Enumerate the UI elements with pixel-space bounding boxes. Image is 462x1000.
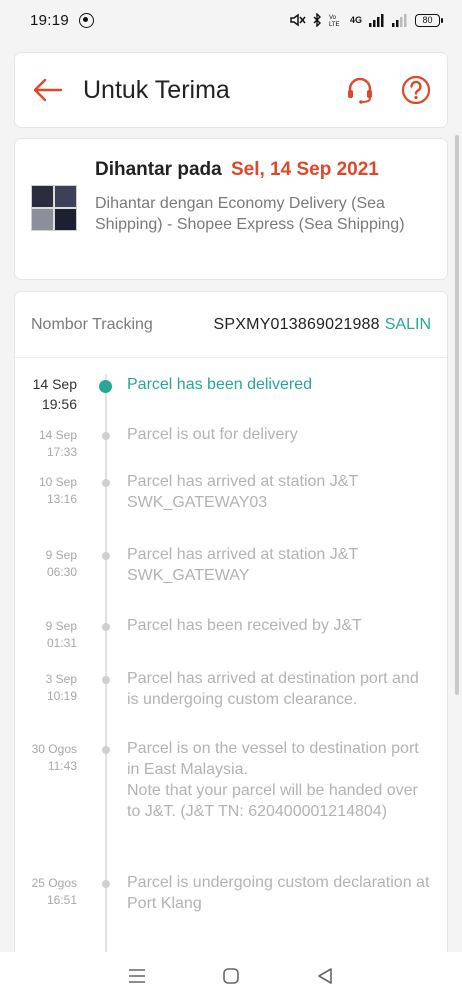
recent-apps-button[interactable] <box>117 961 157 991</box>
event-time: 16:51 <box>46 893 77 907</box>
back-arrow-icon <box>33 78 63 102</box>
event-text: Parcel has been received by J&T <box>127 617 362 634</box>
event-date: 30 Ogos <box>31 742 77 756</box>
clock: 19:19 <box>30 11 70 29</box>
event-datetime: 14 Sep 17:33 <box>15 424 77 471</box>
event-time: 17:33 <box>46 445 77 459</box>
timeline-dot <box>102 432 110 440</box>
event-text: Parcel is on the vessel to destination p… <box>127 740 419 820</box>
delivery-label: Dihantar pada <box>95 159 222 180</box>
event-datetime: 30 Ogos 11:43 <box>15 738 77 872</box>
timeline-event: 30 Ogos 11:43 Parcel is on the vessel to … <box>15 738 447 872</box>
tracking-timeline: 14 Sep 19:56 Parcel has been delivered 14… <box>15 358 447 952</box>
battery-icon: 80 <box>415 13 443 27</box>
timeline-event: 14 Sep 17:33 Parcel is out for delivery <box>15 424 447 471</box>
event-time: 11:43 <box>47 759 77 773</box>
timeline-dot <box>102 623 110 631</box>
back-nav-button[interactable] <box>305 961 345 991</box>
timeline-event: 10 Sep 13:16 Parcel has arrived at statio… <box>15 471 447 544</box>
home-square-icon <box>223 968 239 984</box>
copy-tracking-button[interactable]: SALIN <box>385 316 431 334</box>
event-date: 25 Ogos <box>31 876 77 890</box>
scrollbar[interactable] <box>455 135 459 695</box>
event-text: Parcel has arrived at destination port a… <box>127 670 419 708</box>
help-icon[interactable] <box>401 75 431 105</box>
status-bar: 19:19 Vo LTE 4G 80 <box>0 0 462 40</box>
delivery-date: Sel, 14 Sep 2021 <box>230 159 379 180</box>
headset-icon[interactable] <box>345 75 375 105</box>
event-time: 01:31 <box>46 636 77 650</box>
event-date: 14 Sep <box>38 428 77 442</box>
tracking-number: SPXMY013869021988 <box>213 315 380 333</box>
event-text: Parcel is out for delivery <box>127 426 298 443</box>
volte-icon: VoLTE <box>329 15 340 27</box>
home-button[interactable] <box>211 961 251 991</box>
event-text: Parcel has arrived at station J&T SWK_GA… <box>127 473 358 511</box>
menu-icon <box>129 969 145 983</box>
timeline-dot <box>99 380 112 393</box>
page-title: Untuk Terima <box>83 75 230 104</box>
timeline-event: 9 Sep 01:31 Parcel has been received by J… <box>15 615 447 668</box>
battery-level: 80 <box>422 15 433 25</box>
bluetooth-icon <box>313 13 321 27</box>
event-date: 14 Sep <box>32 376 77 392</box>
event-date: 9 Sep <box>45 548 77 562</box>
timeline-dot <box>102 552 110 560</box>
delivery-title: Dihantar pada Sel, 14 Sep 2021 <box>95 159 415 181</box>
timeline-dot <box>102 479 110 487</box>
network-type: 4G <box>349 15 362 25</box>
tracking-card: Nombor Tracking SPXMY013869021988 SALIN … <box>15 292 447 952</box>
event-datetime: 9 Sep 06:30 <box>15 544 77 615</box>
svg-text:Vo: Vo <box>329 15 337 21</box>
timeline-event: 14 Sep 19:56 Parcel has been delivered <box>15 374 447 424</box>
event-time: 06:30 <box>46 565 77 579</box>
header-actions <box>345 75 431 105</box>
mute-icon <box>290 13 306 27</box>
back-triangle-icon <box>318 968 332 984</box>
timeline-event: 25 Ogos 16:51 Parcel is undergoing custom… <box>15 872 447 942</box>
app-header: Untuk Terima <box>15 53 447 127</box>
delivery-info: Dihantar pada Sel, 14 Sep 2021 Dihantar … <box>95 159 415 279</box>
system-nav-bar <box>0 952 462 1000</box>
back-button[interactable] <box>31 73 65 107</box>
event-datetime: 9 Sep 01:31 <box>15 615 77 668</box>
event-date: 10 Sep <box>38 475 77 489</box>
timeline-dot <box>102 676 110 684</box>
svg-text:LTE: LTE <box>329 22 340 27</box>
event-time: 13:16 <box>46 492 77 506</box>
timeline-dot <box>102 746 110 754</box>
signal-icon <box>392 14 407 27</box>
status-icons: Vo LTE 4G 80 <box>288 13 443 27</box>
event-time: 19:56 <box>41 396 77 412</box>
event-date: 3 Sep <box>45 672 77 686</box>
event-date: 9 Sep <box>45 619 77 633</box>
timeline-event: 3 Sep 10:19 Parcel has arrived at destina… <box>15 668 447 738</box>
whatsapp-icon <box>79 12 95 28</box>
delivery-card: Dihantar pada Sel, 14 Sep 2021 Dihantar … <box>15 139 447 279</box>
timeline-event: 9 Sep 06:30 Parcel has arrived at station… <box>15 544 447 615</box>
timeline-dot <box>102 880 110 888</box>
signal-icon <box>369 14 384 27</box>
delivery-description: Dihantar dengan Economy Delivery (Sea Sh… <box>95 195 405 233</box>
product-thumbnail <box>31 185 77 231</box>
event-datetime: 25 Ogos 16:51 <box>15 872 77 942</box>
event-time: 10:19 <box>46 689 77 703</box>
event-text: Parcel has been delivered <box>127 376 313 393</box>
tracking-number-row: Nombor Tracking SPXMY013869021988 SALIN <box>15 292 447 358</box>
event-datetime: 3 Sep 10:19 <box>15 668 77 738</box>
event-datetime: 10 Sep 13:16 <box>15 471 77 544</box>
event-text: Parcel is undergoing custom declaration … <box>127 874 430 912</box>
tracking-label: Nombor Tracking <box>31 315 153 333</box>
event-datetime: 14 Sep 19:56 <box>15 374 77 424</box>
event-text: Parcel has arrived at station J&T SWK_GA… <box>127 546 358 584</box>
